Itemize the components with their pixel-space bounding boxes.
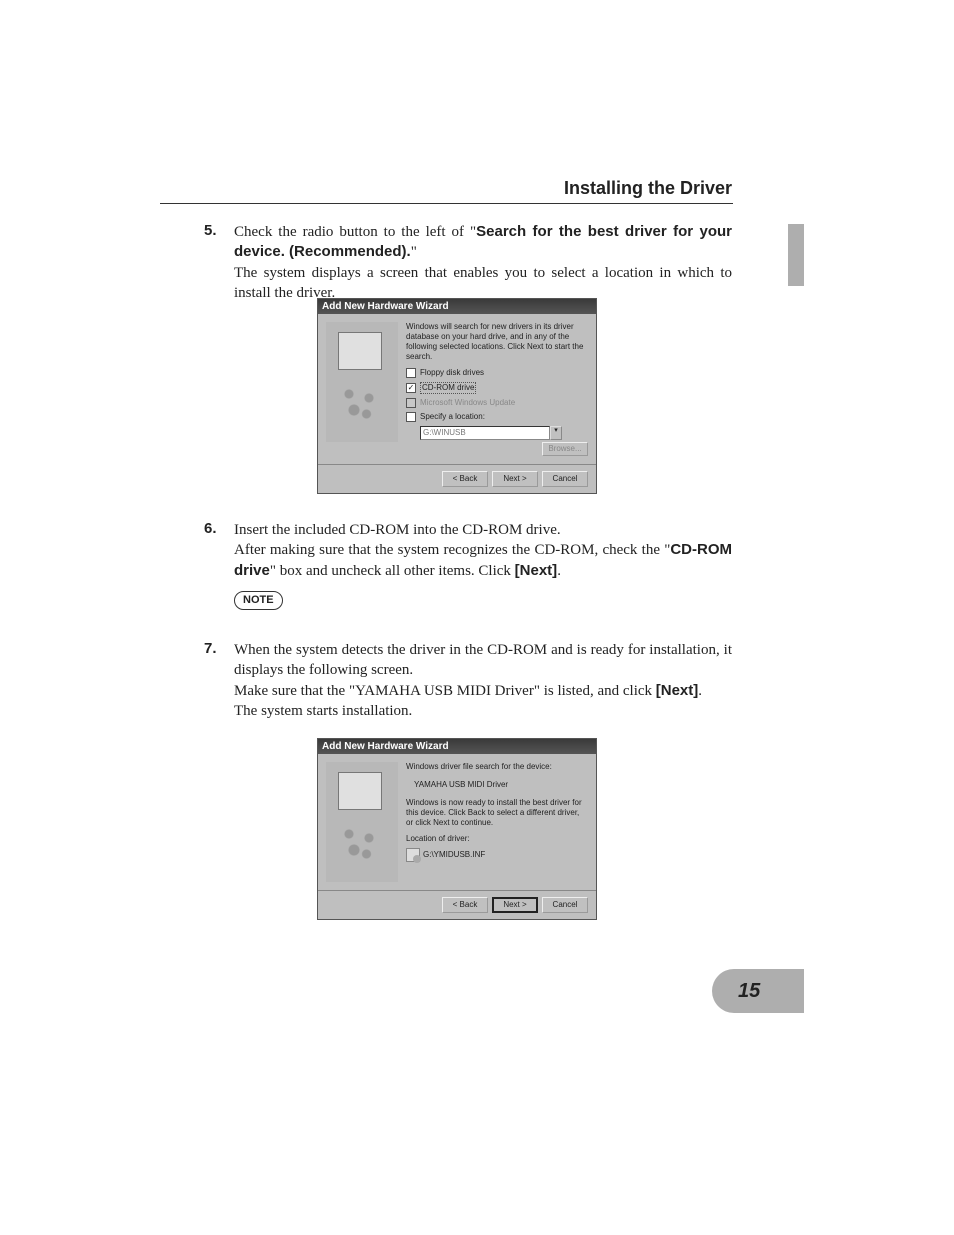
step-6-text: Insert the included CD-ROM into the CD-R… (234, 520, 732, 610)
checkbox-cdrom-label: CD-ROM drive (420, 382, 476, 394)
checkbox-specify-location-label: Specify a location: (420, 412, 485, 422)
location-input[interactable]: G:\WINUSB (420, 426, 550, 440)
dialog-add-hardware-1: Add New Hardware Wizard Windows will sea… (317, 298, 597, 494)
dialog2-artwork (326, 762, 398, 882)
dialog1-desc: Windows will search for new drivers in i… (406, 322, 588, 362)
dialog2-line1: Windows driver file search for the devic… (406, 762, 588, 772)
checkbox-specify-location[interactable] (406, 412, 416, 422)
step7-p2c: . (698, 683, 702, 699)
step7-p2b: [Next] (656, 682, 699, 699)
checkbox-floppy-label: Floppy disk drives (420, 368, 484, 378)
inf-file-icon (406, 848, 420, 862)
back-button-2[interactable]: < Back (442, 897, 488, 913)
step5-p1c: " (411, 244, 417, 260)
checkbox-floppy[interactable] (406, 368, 416, 378)
step6-p2a: After making sure that the system recogn… (234, 542, 670, 558)
step5-p2: The system displays a screen that enable… (234, 265, 732, 301)
section-title: Installing the Driver (564, 178, 732, 199)
page-number: 15 (712, 969, 804, 1013)
step-7-number: 7. (204, 640, 217, 657)
checkbox-cdrom[interactable]: ✓ (406, 383, 416, 393)
dialog-add-hardware-2: Add New Hardware Wizard Windows driver f… (317, 738, 597, 920)
step-5-text: Check the radio button to the left of "S… (234, 222, 732, 303)
section-rule (160, 203, 733, 204)
dialog1-artwork (326, 322, 398, 442)
cancel-button[interactable]: Cancel (542, 471, 588, 487)
cancel-button-2[interactable]: Cancel (542, 897, 588, 913)
location-dropdown-icon[interactable]: ▾ (550, 426, 562, 440)
dialog2-loc-label: Location of driver: (406, 834, 588, 844)
side-tab (788, 224, 804, 286)
step-7-text: When the system detects the driver in th… (234, 640, 732, 721)
dialog1-titlebar: Add New Hardware Wizard (318, 299, 596, 314)
next-button[interactable]: Next > (492, 471, 538, 487)
step7-p2a: Make sure that the "YAMAHA USB MIDI Driv… (234, 683, 656, 699)
step6-p2e: . (557, 563, 561, 579)
checkbox-windows-update (406, 398, 416, 408)
step7-p3: The system starts installation. (234, 703, 412, 719)
checkbox-windows-update-label: Microsoft Windows Update (420, 398, 515, 408)
step7-p1: When the system detects the driver in th… (234, 642, 732, 678)
dialog2-loc-value: G:\YMIDUSB.INF (423, 850, 485, 859)
step-5-number: 5. (204, 222, 217, 239)
step6-p1: Insert the included CD-ROM into the CD-R… (234, 522, 561, 538)
back-button[interactable]: < Back (442, 471, 488, 487)
browse-button[interactable]: Browse... (542, 442, 588, 456)
step6-p2d: [Next] (515, 562, 558, 579)
dialog2-desc: Windows is now ready to install the best… (406, 798, 588, 828)
note-badge: NOTE (234, 591, 283, 610)
step5-p1a: Check the radio button to the left of " (234, 224, 476, 240)
dialog2-titlebar: Add New Hardware Wizard (318, 739, 596, 754)
next-button-2[interactable]: Next > (492, 897, 538, 913)
dialog2-driver-name: YAMAHA USB MIDI Driver (414, 780, 588, 790)
step6-p2c: " box and uncheck all other items. Click (270, 563, 515, 579)
step-6-number: 6. (204, 520, 217, 537)
